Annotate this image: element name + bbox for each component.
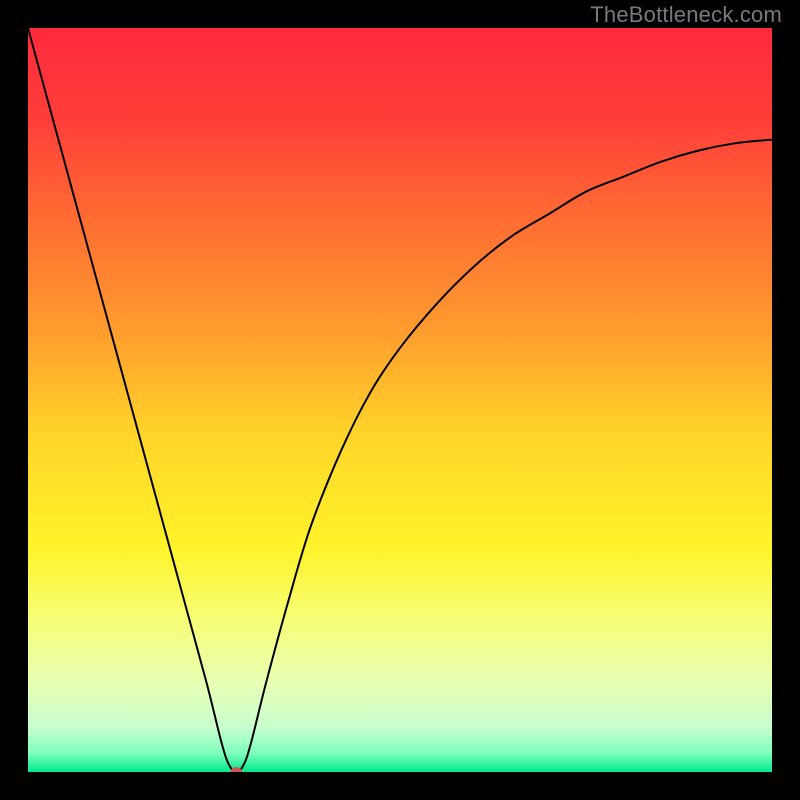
plot-area	[28, 28, 772, 772]
chart-frame: TheBottleneck.com	[0, 0, 800, 800]
bottleneck-chart	[28, 28, 772, 772]
watermark-text: TheBottleneck.com	[590, 2, 782, 28]
gradient-background	[28, 28, 772, 772]
